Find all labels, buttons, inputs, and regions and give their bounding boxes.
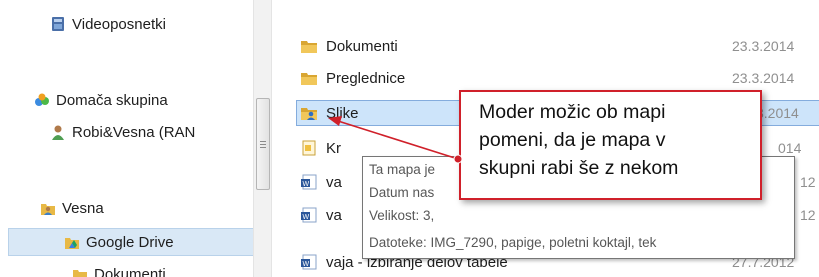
folder-icon	[72, 266, 88, 277]
file-date: 3.2014	[756, 105, 799, 121]
folder-icon	[300, 38, 318, 54]
homegroup-icon	[34, 92, 50, 108]
scrollbar-thumb[interactable]	[256, 98, 270, 190]
file-name: Slike	[326, 104, 359, 122]
word-document-icon: W	[300, 174, 318, 190]
nav-item-vesna[interactable]: Vesna	[40, 196, 104, 220]
callout-line: pomeni, da je mapa v	[479, 129, 666, 151]
tooltip-line: Datoteke: IMG_7290, papige, poletni kokt…	[369, 235, 657, 250]
file-name: Kr	[326, 139, 341, 157]
videos-library-icon	[50, 16, 66, 32]
nav-item-robi-vesna[interactable]: Robi&Vesna (RAN	[50, 120, 195, 144]
grip-line	[260, 147, 266, 148]
nav-item-label: Videoposnetki	[72, 15, 166, 33]
file-name: Preglednice	[326, 69, 406, 87]
navigation-pane: Videoposnetki Domača skupina Robi&Vesna …	[0, 0, 273, 277]
nav-item-dokumenti[interactable]: Dokumenti	[72, 262, 166, 277]
nav-item-google-drive[interactable]: Google Drive	[64, 230, 174, 254]
file-row[interactable]: Dokumenti 23.3.2014	[300, 34, 819, 58]
file-date: 12	[800, 174, 816, 190]
nav-item-label: Domača skupina	[56, 91, 168, 109]
tooltip-line: Ta mapa je	[369, 162, 436, 177]
file-date: 014	[778, 140, 802, 156]
file-row[interactable]: Preglednice 23.3.2014	[300, 66, 819, 90]
word-document-icon: W	[300, 207, 318, 223]
callout-line: skupni rabi še z nekom	[479, 157, 679, 179]
file-date: 23.3.2014	[732, 70, 795, 86]
user-icon	[50, 124, 66, 140]
file-name: va	[326, 173, 342, 191]
nav-item-label: Dokumenti	[94, 265, 166, 277]
google-drive-folder-icon	[64, 234, 80, 250]
tooltip-line: Velikost: 3,	[369, 208, 435, 223]
file-name: Dokumenti	[326, 37, 398, 55]
user-folder-icon	[40, 200, 56, 216]
document-icon	[300, 140, 318, 156]
nav-item-homegroup[interactable]: Domača skupina	[34, 88, 168, 112]
annotation-callout: Moder možic ob mapi pomeni, da je mapa v…	[459, 90, 762, 200]
grip-line	[260, 141, 266, 142]
file-date: 23.3.2014	[732, 38, 795, 54]
file-name: va	[326, 206, 342, 224]
nav-item-label: Robi&Vesna (RAN	[72, 123, 196, 141]
nav-item-label: Google Drive	[86, 233, 174, 251]
tooltip-line: Datum nas	[369, 185, 435, 200]
nav-scrollbar[interactable]	[253, 0, 272, 277]
svg-text:W: W	[303, 261, 310, 268]
word-document-icon: W	[300, 254, 318, 270]
grip-line	[260, 144, 266, 145]
callout-line: Moder možic ob mapi	[479, 101, 666, 123]
folder-icon	[300, 70, 318, 86]
svg-text:W: W	[303, 181, 310, 188]
svg-text:W: W	[303, 214, 310, 221]
nav-item-label: Vesna	[62, 199, 104, 217]
shared-folder-icon	[300, 105, 318, 121]
file-date: 12	[800, 207, 816, 223]
nav-item-videoposnetki[interactable]: Videoposnetki	[50, 12, 166, 36]
